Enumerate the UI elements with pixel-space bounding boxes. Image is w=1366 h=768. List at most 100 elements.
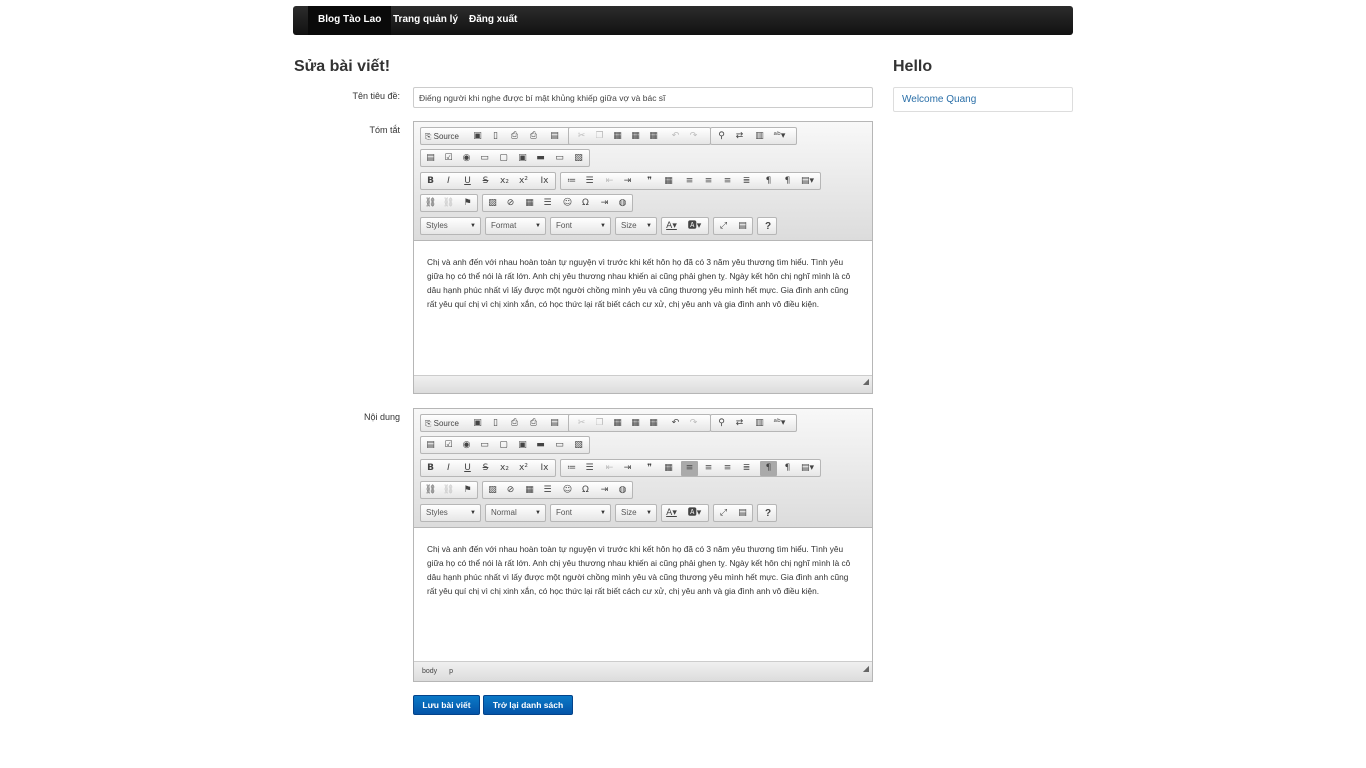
hidden-field-icon[interactable]: ▧ bbox=[570, 151, 587, 166]
textarea-icon[interactable]: ▢ bbox=[495, 438, 512, 453]
title-input[interactable] bbox=[413, 87, 873, 108]
radio-icon[interactable]: ◉ bbox=[458, 151, 475, 166]
button-icon[interactable]: ▬ bbox=[532, 438, 549, 453]
resize-handle-icon[interactable]: ◢ bbox=[863, 373, 869, 391]
smiley-icon[interactable]: ☺ bbox=[559, 483, 576, 498]
italic-icon[interactable]: I bbox=[440, 461, 457, 476]
summary-content[interactable]: Chị và anh đến với nhau hoàn toàn tự ngu… bbox=[414, 241, 872, 375]
spellcheck-icon[interactable]: ᵃᵇ▾ bbox=[771, 416, 788, 431]
redo-icon[interactable]: ↷ bbox=[685, 416, 702, 431]
numbered-list-icon[interactable]: ≔ bbox=[563, 461, 580, 476]
textfield-icon[interactable]: ▭ bbox=[476, 151, 493, 166]
remove-format-icon[interactable]: Ix bbox=[536, 174, 553, 189]
checkbox-icon[interactable]: ☑ bbox=[440, 151, 457, 166]
anchor-icon[interactable]: ⚑ bbox=[459, 483, 476, 498]
form-icon[interactable]: ▤ bbox=[422, 438, 439, 453]
bold-icon[interactable]: B bbox=[422, 174, 439, 189]
subscript-icon[interactable]: x₂ bbox=[496, 461, 513, 476]
select-all-icon[interactable]: ▥ bbox=[751, 129, 768, 144]
select-icon[interactable]: ▣ bbox=[514, 151, 531, 166]
form-icon[interactable]: ▤ bbox=[422, 151, 439, 166]
language-icon[interactable]: ▤▾ bbox=[799, 461, 816, 476]
path-body[interactable]: body bbox=[422, 668, 437, 675]
paste-word-icon[interactable]: ▦ bbox=[645, 129, 662, 144]
button-icon[interactable]: ▬ bbox=[532, 151, 549, 166]
rtl-icon[interactable]: ¶ bbox=[779, 174, 796, 189]
checkbox-icon[interactable]: ☑ bbox=[440, 438, 457, 453]
align-left-icon[interactable]: ≡ bbox=[681, 174, 698, 189]
language-icon[interactable]: ▤▾ bbox=[799, 174, 816, 189]
nav-admin[interactable]: Trang quản lý bbox=[383, 6, 468, 35]
redo-icon[interactable]: ↷ bbox=[685, 129, 702, 144]
text-color-icon[interactable]: A▾ bbox=[663, 219, 680, 234]
hidden-field-icon[interactable]: ▧ bbox=[570, 438, 587, 453]
copy-icon[interactable]: ❐ bbox=[591, 129, 608, 144]
align-center-icon[interactable]: ≡ bbox=[700, 461, 717, 476]
path-p[interactable]: p bbox=[449, 668, 453, 675]
paste-text-icon[interactable]: ▦ bbox=[627, 129, 644, 144]
div-icon[interactable]: ▦ bbox=[660, 174, 677, 189]
maximize-icon[interactable]: ⤢ bbox=[715, 506, 732, 521]
new-page-icon[interactable]: ▯ bbox=[487, 416, 504, 431]
format-dropdown[interactable]: Normal ▼ bbox=[485, 504, 546, 522]
strike-icon[interactable]: S bbox=[477, 174, 494, 189]
table-icon[interactable]: ▦ bbox=[521, 196, 538, 211]
undo-icon[interactable]: ↶ bbox=[667, 416, 684, 431]
subscript-icon[interactable]: x₂ bbox=[496, 174, 513, 189]
align-left-icon[interactable]: ≡ bbox=[681, 461, 698, 476]
save-icon[interactable]: ▣ bbox=[469, 129, 486, 144]
outdent-icon[interactable]: ⇤ bbox=[601, 174, 618, 189]
justify-icon[interactable]: ≣ bbox=[738, 461, 755, 476]
content-body[interactable]: Chị và anh đến với nhau hoàn toàn tự ngu… bbox=[414, 528, 872, 662]
unlink-icon[interactable]: ⛓ bbox=[440, 196, 457, 211]
numbered-list-icon[interactable]: ≔ bbox=[563, 174, 580, 189]
superscript-icon[interactable]: x² bbox=[515, 174, 532, 189]
page-break-icon[interactable]: ⇥ bbox=[596, 196, 613, 211]
remove-format-icon[interactable]: Ix bbox=[536, 461, 553, 476]
bullet-list-icon[interactable]: ☰ bbox=[581, 461, 598, 476]
text-color-icon[interactable]: A▾ bbox=[663, 506, 680, 521]
indent-icon[interactable]: ⇥ bbox=[619, 461, 636, 476]
undo-icon[interactable]: ↶ bbox=[667, 129, 684, 144]
maximize-icon[interactable]: ⤢ bbox=[715, 219, 732, 234]
nav-blog-home[interactable]: Blog Tào Lao bbox=[308, 6, 392, 35]
blockquote-icon[interactable]: ❞ bbox=[641, 174, 658, 189]
help-icon[interactable]: ? bbox=[758, 219, 778, 234]
templates-icon[interactable]: ▤ bbox=[546, 416, 563, 431]
help-icon[interactable]: ? bbox=[758, 506, 778, 521]
iframe-icon[interactable]: ◍ bbox=[614, 483, 631, 498]
underline-icon[interactable]: U bbox=[459, 174, 476, 189]
rtl-icon[interactable]: ¶ bbox=[779, 461, 796, 476]
show-blocks-icon[interactable]: ▤ bbox=[734, 506, 751, 521]
table-icon[interactable]: ▦ bbox=[521, 483, 538, 498]
templates-icon[interactable]: ▤ bbox=[546, 129, 563, 144]
preview-icon[interactable]: ⎙ bbox=[506, 416, 523, 431]
align-right-icon[interactable]: ≡ bbox=[719, 461, 736, 476]
blockquote-icon[interactable]: ❞ bbox=[641, 461, 658, 476]
cut-icon[interactable]: ✂ bbox=[573, 129, 590, 144]
anchor-icon[interactable]: ⚑ bbox=[459, 196, 476, 211]
link-icon[interactable]: ⛓ bbox=[422, 196, 439, 211]
back-to-list-button[interactable]: Trở lại danh sách bbox=[483, 695, 573, 715]
textfield-icon[interactable]: ▭ bbox=[476, 438, 493, 453]
ltr-icon[interactable]: ¶ bbox=[760, 174, 777, 189]
image-button-icon[interactable]: ▭ bbox=[551, 438, 568, 453]
horizontal-line-icon[interactable]: ☰ bbox=[539, 196, 556, 211]
smiley-icon[interactable]: ☺ bbox=[559, 196, 576, 211]
select-icon[interactable]: ▣ bbox=[514, 438, 531, 453]
ltr-icon[interactable]: ¶ bbox=[760, 461, 777, 476]
print-icon[interactable]: ⎙ bbox=[525, 129, 542, 144]
special-char-icon[interactable]: Ω bbox=[577, 196, 594, 211]
strike-icon[interactable]: S bbox=[477, 461, 494, 476]
italic-icon[interactable]: I bbox=[440, 174, 457, 189]
print-icon[interactable]: ⎙ bbox=[525, 416, 542, 431]
format-dropdown[interactable]: Format ▼ bbox=[485, 217, 546, 235]
flash-icon[interactable]: ⊘ bbox=[502, 483, 519, 498]
bg-color-icon[interactable]: 🅰▾ bbox=[686, 506, 703, 521]
welcome-link[interactable]: Welcome Quang bbox=[902, 94, 976, 105]
flash-icon[interactable]: ⊘ bbox=[502, 196, 519, 211]
save-icon[interactable]: ▣ bbox=[469, 416, 486, 431]
font-dropdown[interactable]: Font ▼ bbox=[550, 504, 611, 522]
find-icon[interactable]: ⚲ bbox=[713, 129, 730, 144]
new-page-icon[interactable]: ▯ bbox=[487, 129, 504, 144]
